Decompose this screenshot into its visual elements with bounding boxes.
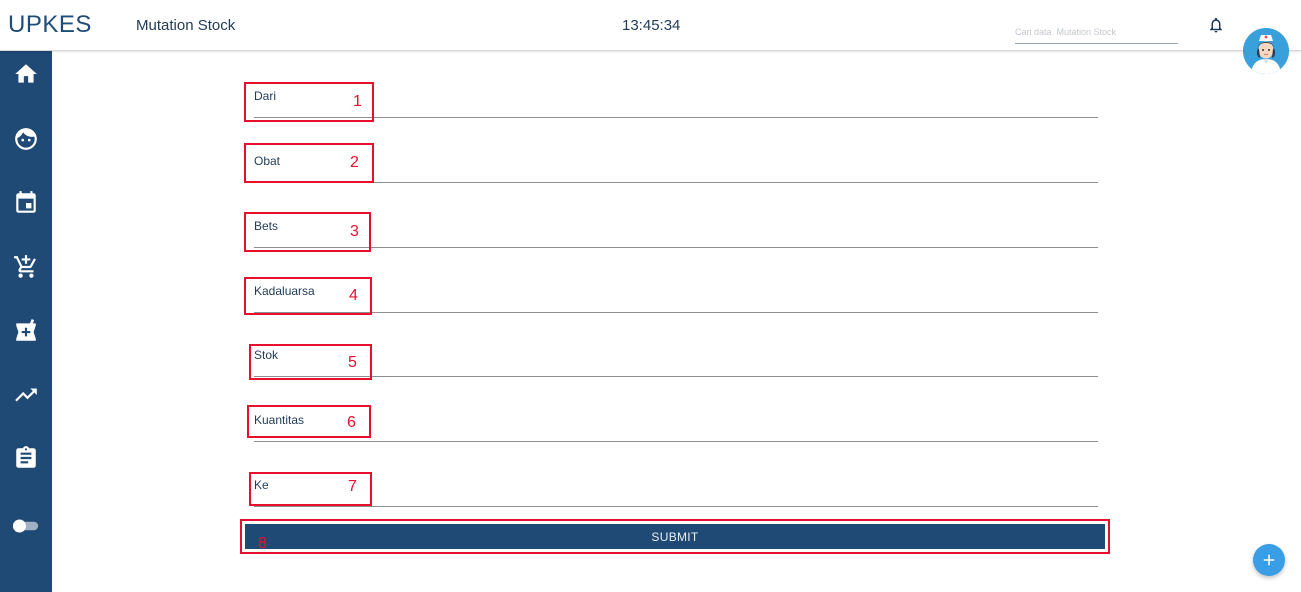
page-title: Mutation Stock [136,17,236,34]
clock: 13:45:34 [622,17,681,34]
search-input[interactable] [1015,14,1178,44]
trending-up-icon[interactable] [12,381,40,409]
top-bar: UPKES Mutation Stock 13:45:34 [0,0,1301,51]
field-kuantitas[interactable]: Kuantitas 6 [244,402,1098,442]
home-icon[interactable] [12,60,40,88]
field-stok[interactable]: Stok 5 [244,337,1098,380]
clipboard-icon[interactable] [12,444,40,472]
field-dari[interactable]: Dari 1 [244,78,1098,122]
toggle-icon[interactable] [12,512,40,540]
avatar[interactable] [1243,28,1289,74]
field-underline [254,117,1098,118]
add-fab-button[interactable] [1253,544,1285,576]
annotation-number: 3 [350,223,359,240]
annotation-number: 1 [353,93,362,110]
annotation-number: 4 [349,287,358,304]
annotation-number: 2 [350,154,359,171]
field-kadaluarsa[interactable]: Kadaluarsa 4 [244,273,1098,315]
field-underline [254,376,1098,377]
bell-icon[interactable] [1207,16,1225,34]
field-bets[interactable]: Bets 3 [244,208,1098,252]
annotation-number: 5 [348,354,357,371]
plus-icon [1263,554,1275,566]
annotation-number: 6 [347,414,356,431]
annotation-number: 7 [348,478,357,495]
face-icon[interactable] [12,125,40,153]
field-underline [254,312,1098,313]
field-ke[interactable]: Ke 7 [244,467,1098,507]
brand-logo[interactable]: UPKES [8,11,92,39]
field-underline [254,182,1098,183]
field-underline [254,506,1098,507]
submit-button[interactable]: SUBMIT [245,524,1105,549]
field-underline [254,441,1098,442]
field-obat[interactable]: Obat 2 [244,143,1098,183]
sidebar [0,51,52,592]
submit-annotation-box: SUBMIT 8 [240,519,1110,554]
add-cart-icon[interactable] [12,253,40,281]
annotation-number: 8 [258,535,267,552]
medical-bag-icon[interactable] [12,317,40,345]
calendar-icon[interactable] [12,189,40,217]
field-underline [254,247,1098,248]
